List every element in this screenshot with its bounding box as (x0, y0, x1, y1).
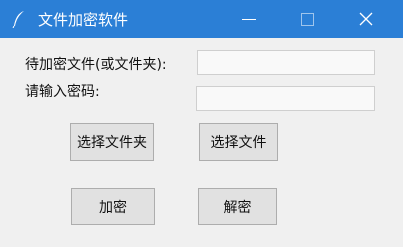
decrypt-button[interactable]: 解密 (198, 188, 277, 225)
maximize-button[interactable] (283, 0, 331, 38)
close-button[interactable] (342, 0, 390, 38)
minimize-button[interactable] (225, 0, 273, 38)
title-bar[interactable]: 文件加密软件 (0, 0, 403, 38)
select-folder-button[interactable]: 选择文件夹 (70, 123, 154, 161)
file-path-input[interactable] (197, 50, 375, 75)
encrypt-button[interactable]: 加密 (71, 188, 155, 225)
close-icon (359, 12, 373, 26)
password-label: 请输入密码: (25, 84, 100, 100)
window-title: 文件加密软件 (38, 11, 129, 29)
minimize-icon (242, 18, 256, 20)
feather-icon (12, 11, 24, 28)
file-label: 待加密文件(或文件夹): (25, 57, 167, 73)
password-input[interactable] (196, 86, 375, 111)
select-file-button[interactable]: 选择文件 (199, 123, 278, 161)
maximize-icon (300, 12, 314, 26)
